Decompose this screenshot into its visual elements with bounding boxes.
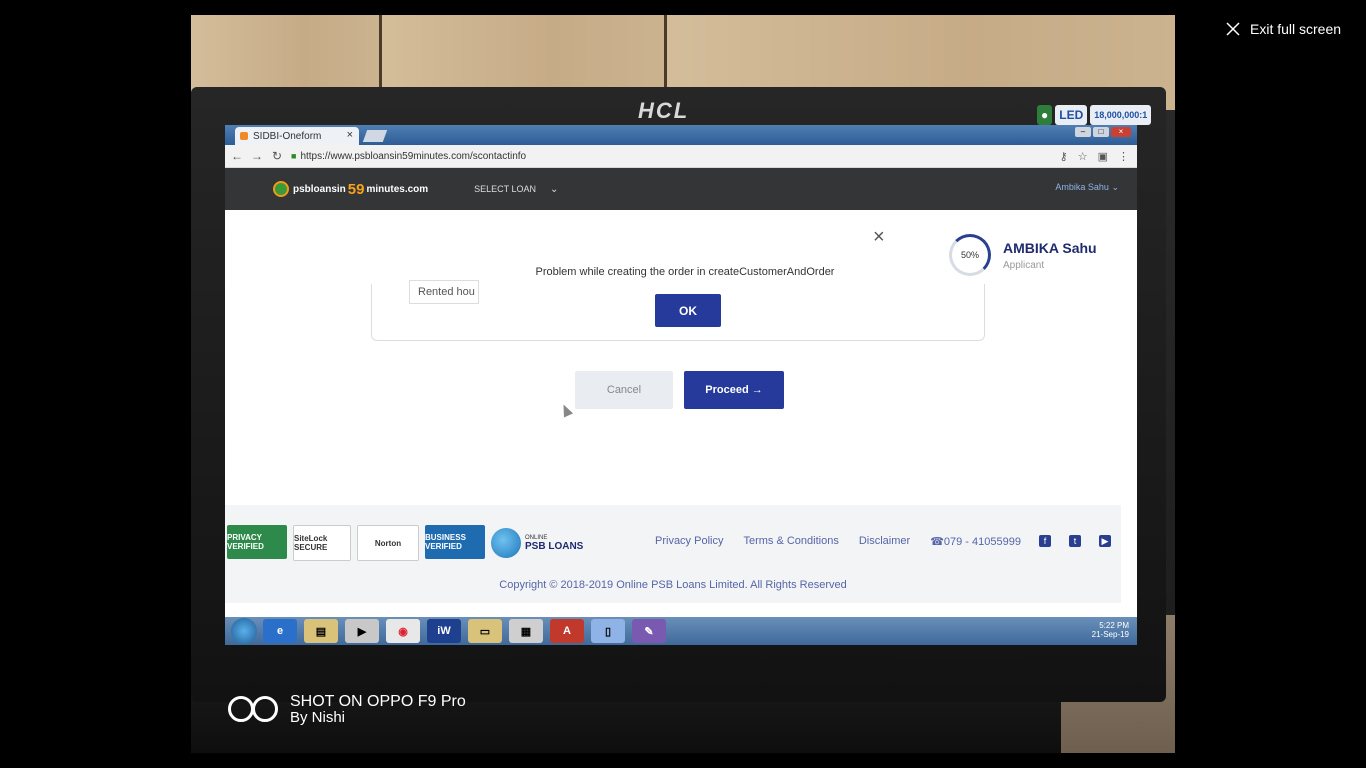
window-controls: – □ × — [1075, 127, 1131, 137]
media-player-icon[interactable]: ▶ — [345, 619, 379, 643]
forward-icon[interactable]: → — [249, 149, 265, 163]
bookmark-star-icon[interactable]: ☆ — [1078, 150, 1088, 163]
applicant-role: Applicant — [1003, 260, 1045, 271]
cancel-button[interactable]: Cancel — [575, 371, 673, 409]
copyright: Copyright © 2018-2019 Online PSB Loans L… — [499, 579, 847, 591]
select-loan-menu[interactable]: SELECT LOAN ⌄ — [474, 184, 558, 195]
tab-close-icon[interactable]: × — [347, 129, 353, 141]
terms-link[interactable]: Terms & Conditions — [743, 535, 838, 548]
globe-icon — [491, 528, 521, 558]
phone-number: ☎079 - 41055999 — [930, 536, 1021, 548]
archive-icon[interactable]: ▦ — [509, 619, 543, 643]
reload-icon[interactable]: ↻ — [269, 149, 285, 163]
document-icon[interactable]: ▯ — [591, 619, 625, 643]
oppo-rings-icon — [228, 694, 284, 726]
select-loan-label: SELECT LOAN — [474, 184, 537, 194]
privacy-policy-link[interactable]: Privacy Policy — [655, 535, 723, 548]
watermark-line1: SHOT ON OPPO F9 Pro — [290, 693, 466, 710]
twitter-icon[interactable]: t — [1069, 535, 1081, 547]
pdf-reader-icon[interactable]: A — [550, 619, 584, 643]
camera-watermark: SHOT ON OPPO F9 Pro By Nishi — [228, 694, 466, 726]
browser-tabbar: SIDBI-Oneform × – □ × — [225, 125, 1137, 145]
minimize-button[interactable]: – — [1075, 127, 1091, 137]
site-logo[interactable]: psbloansin 59 minutes.com — [273, 181, 428, 198]
privacy-verified-seal[interactable]: PRIVACY VERIFIED — [227, 525, 287, 559]
proceed-button[interactable]: Proceed → — [684, 371, 784, 409]
chrome-icon[interactable]: ◉ — [386, 619, 420, 643]
trust-seals: PRIVACY VERIFIED SiteLock SECURE Norton … — [227, 525, 583, 561]
windows-taskbar: e ▤ ▶ ◉ iW ▭ ▦ A ▯ ✎ 5:22 PM 21-Sep-19 — [225, 617, 1137, 645]
disclaimer-link[interactable]: Disclaimer — [859, 535, 910, 548]
applicant-name: AMBIKA Sahu — [1003, 240, 1097, 256]
tab-title: SIDBI-Oneform — [253, 130, 322, 142]
system-tray[interactable]: 5:22 PM 21-Sep-19 — [1092, 621, 1129, 639]
site-footer: PRIVACY VERIFIED SiteLock SECURE Norton … — [225, 505, 1121, 603]
browser-tab[interactable]: SIDBI-Oneform × — [235, 127, 359, 145]
user-menu-label: Ambika Sahu — [1055, 182, 1109, 192]
favicon-icon — [240, 132, 248, 140]
tray-time: 5:22 PM — [1099, 621, 1129, 630]
user-menu[interactable]: Ambika Sahu ⌄ — [1055, 182, 1119, 193]
sitelock-seal[interactable]: SiteLock SECURE — [293, 525, 351, 561]
address-bar: ← → ↻ ■ https://www.psbloansin59minutes.… — [225, 145, 1137, 168]
chevron-down-icon: ⌄ — [550, 183, 559, 195]
mouse-cursor-icon — [558, 402, 574, 418]
explorer-icon[interactable]: ▤ — [304, 619, 338, 643]
folder-icon[interactable]: ▭ — [468, 619, 502, 643]
tray-date: 21-Sep-19 — [1091, 630, 1129, 639]
key-icon[interactable]: ⚷ — [1060, 150, 1068, 163]
led-badge: LED — [1055, 105, 1088, 125]
logo-text-left: psbloansin — [293, 183, 346, 195]
maximize-button[interactable]: □ — [1093, 127, 1109, 137]
menu-icon[interactable]: ⋮ — [1118, 150, 1129, 163]
dialog-close-icon[interactable]: × — [873, 226, 885, 249]
address-bar-actions: ⚷ ☆ ▣ ⋮ — [1060, 150, 1129, 163]
extension-icon[interactable]: ▣ — [1098, 150, 1108, 163]
url-field[interactable]: ■ https://www.psbloansin59minutes.com/sc… — [291, 151, 1060, 162]
chevron-down-icon: ⌄ — [1111, 182, 1119, 192]
logo-mark-icon — [273, 181, 289, 197]
back-icon[interactable]: ← — [229, 149, 245, 163]
profile-progress-ring: 50% — [949, 234, 991, 276]
contrast-badge: 18,000,000:1 — [1090, 105, 1152, 125]
photo: HCL ● LED 18,000,000:1 SIDBI-Oneform × –… — [191, 15, 1175, 753]
business-verified-seal[interactable]: BUSINESS VERIFIED — [425, 525, 485, 559]
url-text: https://www.psbloansin59minutes.com/scon… — [300, 150, 527, 162]
social-links: f t ▶ — [1039, 535, 1111, 547]
footer-links: Privacy Policy Terms & Conditions Discla… — [655, 535, 1021, 548]
youtube-icon[interactable]: ▶ — [1099, 535, 1111, 547]
norton-seal[interactable]: Norton — [357, 525, 419, 561]
close-icon — [1226, 22, 1240, 36]
window-close-button[interactable]: × — [1111, 127, 1131, 137]
start-button[interactable] — [231, 618, 257, 644]
iw-app-icon[interactable]: iW — [427, 619, 461, 643]
logo-text-right: minutes.com — [366, 183, 429, 195]
watermark-line2: By Nishi — [290, 709, 346, 726]
site-header: psbloansin 59 minutes.com SELECT LOAN ⌄ … — [225, 168, 1137, 210]
psb-loans-logo: ONLINE PSB LOANS — [491, 525, 583, 561]
lock-icon: ■ — [291, 151, 297, 161]
logo-text-big: 59 — [347, 180, 365, 198]
new-tab-button[interactable] — [362, 130, 388, 142]
facebook-icon[interactable]: f — [1039, 535, 1051, 547]
error-message: Problem while creating the order in crea… — [477, 266, 893, 278]
ok-button[interactable]: OK — [655, 294, 721, 327]
residence-type-field[interactable]: Rented hou — [409, 280, 479, 304]
ie-icon[interactable]: e — [263, 619, 297, 643]
monitor-brand: HCL — [638, 98, 690, 123]
psb-logo-name: PSB LOANS — [525, 540, 584, 552]
paint-icon[interactable]: ✎ — [632, 619, 666, 643]
monitor-screen: SIDBI-Oneform × – □ × ← → ↻ ■ https://ww… — [225, 125, 1137, 645]
exit-full-screen-button[interactable]: Exit full screen — [1224, 20, 1341, 38]
eco-badge: ● — [1037, 105, 1053, 125]
main-content: Rented hou × 50% AMBIKA Sahu Applicant P… — [225, 210, 1137, 505]
exit-full-screen-label: Exit full screen — [1250, 21, 1342, 37]
monitor-badges: ● LED 18,000,000:1 — [1037, 105, 1152, 125]
